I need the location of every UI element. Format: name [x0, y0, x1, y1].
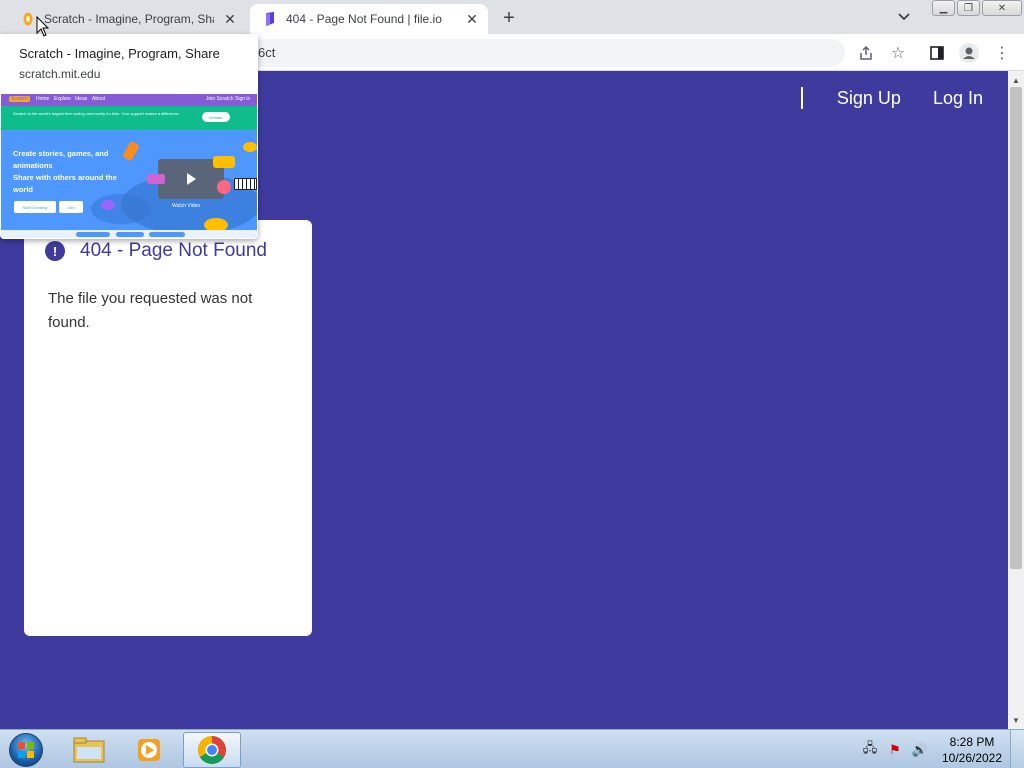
preview-banner-text: Scratch is the world's largest free codi… [13, 111, 180, 116]
menu-kebab-icon[interactable]: ⋮ [991, 42, 1013, 64]
new-tab-button[interactable]: + [496, 6, 522, 30]
preview-nav-item: Join Scratch [206, 96, 234, 102]
hover-card-title: Scratch - Imagine, Program, Share [19, 46, 220, 61]
system-clock[interactable]: 8:28 PM 10/26/2022 [934, 734, 1010, 766]
tab-title: Scratch - Imagine, Program, Share [44, 12, 214, 26]
minimize-button[interactable]: ▁ [932, 0, 955, 16]
side-panel-icon[interactable] [926, 42, 948, 64]
network-icon[interactable]: 🖧 [859, 740, 881, 759]
exclamation-icon: ! [45, 241, 65, 261]
nav-divider [800, 87, 803, 109]
close-tab-icon[interactable]: ✕ [220, 9, 240, 29]
tab-hover-card: Scratch - Imagine, Program, Share scratc… [0, 34, 258, 239]
start-button[interactable] [6, 731, 46, 768]
scrollbar-thumb[interactable] [1010, 87, 1022, 569]
tab-search-button[interactable] [893, 8, 915, 26]
close-window-button[interactable]: ✕ [982, 0, 1022, 16]
error-message: The file you requested was not found. [48, 290, 253, 331]
play-icon [187, 173, 196, 185]
close-tab-icon[interactable]: ✕ [462, 9, 482, 29]
preview-start-button: Start Creating [14, 201, 56, 213]
system-tray: 🖧 ⚑ 🔊 8:28 PM 10/26/2022 [859, 730, 1024, 768]
address-bar[interactable]: 6ct [250, 39, 845, 67]
piano-sprite [234, 178, 257, 190]
preview-nav-item: Sign in [235, 96, 251, 102]
taskbar: 🖧 ⚑ 🔊 8:28 PM 10/26/2022 [0, 729, 1024, 768]
file-io-icon [262, 11, 278, 27]
window-controls: ▁ ❐ ✕ [932, 0, 1024, 20]
preview-sprite [213, 156, 235, 168]
preview-hero-line: Share with others around the world [13, 173, 117, 194]
preview-logo: Scratch [9, 96, 30, 102]
top-nav: Sign Up Log In [800, 87, 983, 109]
windows-logo-icon [9, 733, 43, 767]
preview-pill [149, 232, 185, 237]
scroll-down-arrow-icon[interactable]: ▼ [1008, 713, 1024, 727]
preview-blob [91, 194, 151, 224]
preview-watch-label: Watch Video [172, 203, 201, 209]
preview-join-button: Join [59, 201, 83, 213]
preview-hero-line: Create stories, games, and animations [13, 149, 109, 170]
action-center-flag-icon[interactable]: ⚑ [884, 741, 906, 759]
show-desktop-button[interactable] [1010, 730, 1024, 768]
error-header: ! 404 - Page Not Found [45, 240, 267, 262]
scroll-up-arrow-icon[interactable]: ▲ [1008, 73, 1024, 87]
preview-nav-item: Explore [54, 96, 71, 102]
chevron-down-icon [898, 13, 910, 21]
vertical-scrollbar[interactable]: ▲ ▼ [1008, 71, 1024, 729]
error-card: ! 404 - Page Not Found The file you requ… [24, 220, 312, 636]
preview-nav-item: Ideas [75, 96, 88, 102]
preview-sprite [101, 200, 115, 210]
hover-card-url: scratch.mit.edu [19, 67, 101, 81]
preview-sprite [217, 180, 231, 194]
media-player-icon[interactable] [120, 732, 178, 768]
tab-title: 404 - Page Not Found | file.io [286, 12, 442, 26]
preview-pill [116, 232, 144, 237]
profile-avatar-icon[interactable] [958, 42, 980, 64]
tab-file-io[interactable]: 404 - Page Not Found | file.io ✕ [250, 4, 488, 34]
log-in-link[interactable]: Log In [933, 88, 983, 109]
preview-pill [76, 232, 110, 237]
chrome-icon[interactable] [183, 732, 241, 768]
clock-date: 10/26/2022 [941, 750, 1003, 765]
preview-nav-item: About [92, 96, 106, 102]
scratch-cat-icon [20, 11, 36, 27]
preview-brush-sprite [122, 140, 140, 162]
preview-sprite [147, 174, 165, 184]
error-heading: 404 - Page Not Found [80, 240, 267, 261]
explorer-icon[interactable] [60, 732, 118, 768]
volume-icon[interactable]: 🔊 [909, 741, 931, 759]
sign-up-link[interactable]: Sign Up [837, 88, 901, 109]
page-preview-thumbnail: Scratch Home Explore Ideas About Join Sc… [1, 94, 257, 238]
preview-donate: Donate [202, 112, 230, 122]
address-text: 6ct [258, 45, 276, 60]
preview-sprite [243, 142, 257, 152]
tab-strip: Scratch - Imagine, Program, Share ✕ 404 … [0, 0, 1024, 34]
share-icon[interactable] [855, 42, 877, 64]
clock-time: 8:28 PM [949, 734, 995, 749]
preview-hero-text: Create stories, games, and animations Sh… [13, 148, 133, 196]
restore-button[interactable]: ❐ [957, 0, 980, 16]
bookmark-star-icon[interactable]: ☆ [887, 42, 909, 64]
preview-nav-item: Home [36, 96, 50, 102]
